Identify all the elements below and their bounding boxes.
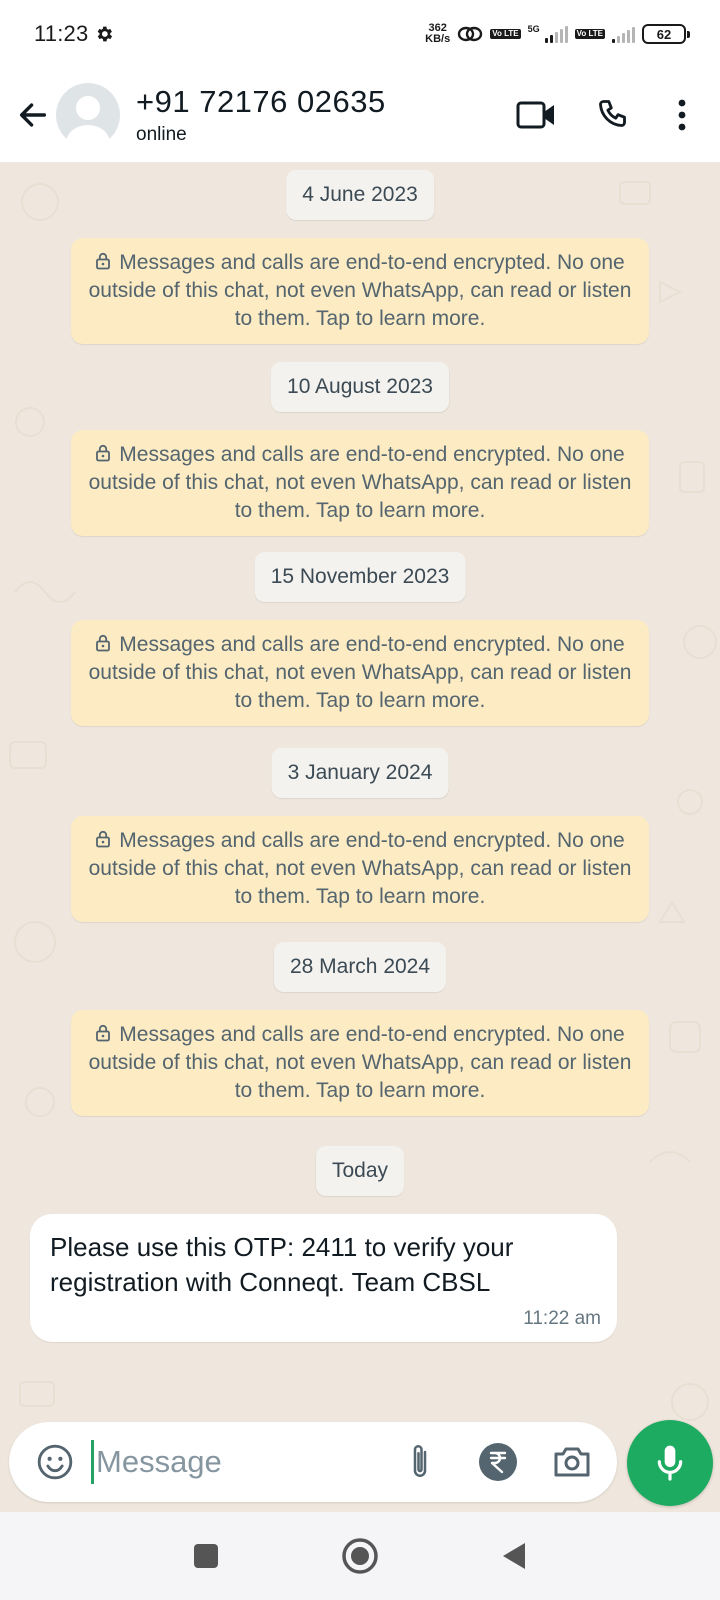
voice-record-button[interactable] bbox=[627, 1420, 713, 1506]
rupee-icon bbox=[479, 1443, 517, 1481]
encryption-notice-body: Messages and calls are end-to-end encryp… bbox=[88, 1023, 632, 1102]
volte-badge-2: Vo LTE bbox=[574, 29, 605, 39]
more-vert-icon bbox=[678, 99, 686, 131]
date-chip: 4 June 2023 bbox=[286, 170, 434, 220]
home-button[interactable] bbox=[330, 1526, 390, 1586]
encryption-notice-text: Messages and calls are end-to-end encryp… bbox=[85, 827, 635, 911]
5g-label: 5G bbox=[527, 24, 540, 34]
lock-icon bbox=[96, 444, 111, 462]
encryption-notice-body: Messages and calls are end-to-end encryp… bbox=[88, 251, 632, 330]
encryption-notice[interactable]: Messages and calls are end-to-end encryp… bbox=[71, 430, 649, 536]
voice-call-button[interactable] bbox=[584, 85, 644, 145]
network-speed-unit: KB/s bbox=[425, 33, 451, 45]
default-avatar-icon bbox=[66, 96, 110, 147]
back-arrow-icon bbox=[19, 103, 47, 127]
header-actions bbox=[506, 85, 702, 145]
lock-icon bbox=[96, 1024, 111, 1042]
signal-strength-1-icon bbox=[544, 25, 568, 43]
lock-icon bbox=[96, 634, 111, 652]
back-button[interactable] bbox=[10, 92, 56, 138]
hotspot-link-icon bbox=[458, 26, 483, 42]
status-time: 11:23 bbox=[34, 21, 89, 46]
signal-strength-2-icon bbox=[612, 25, 635, 43]
more-options-button[interactable] bbox=[662, 85, 702, 145]
date-chip: 15 November 2023 bbox=[254, 552, 466, 602]
camera-icon bbox=[554, 1447, 590, 1477]
payment-button[interactable] bbox=[472, 1436, 524, 1488]
video-call-icon bbox=[516, 101, 554, 129]
chat-header: +91 72176 02635 online bbox=[0, 68, 720, 162]
status-bar: 11:23 362 KB/s Vo LTE 5G Vo LTE 62 bbox=[0, 0, 720, 68]
back-icon bbox=[503, 1543, 525, 1569]
encryption-notice-text: Messages and calls are end-to-end encryp… bbox=[85, 1021, 635, 1105]
video-call-button[interactable] bbox=[506, 85, 566, 145]
message-input[interactable] bbox=[96, 1444, 376, 1480]
date-chip-today: Today bbox=[315, 1146, 405, 1196]
home-icon bbox=[342, 1538, 378, 1574]
nav-back-button[interactable] bbox=[484, 1526, 544, 1586]
message-time: 11:22 am bbox=[523, 1308, 601, 1329]
status-indicators: 362 KB/s Vo LTE 5G Vo LTE 62 bbox=[425, 23, 690, 45]
contact-info[interactable]: +91 72176 02635 online bbox=[136, 84, 386, 146]
encryption-notice[interactable]: Messages and calls are end-to-end encryp… bbox=[71, 620, 649, 726]
settings-gear-icon bbox=[98, 26, 113, 42]
incoming-message[interactable]: Please use this OTP: 2411 to verify your… bbox=[30, 1214, 617, 1342]
message-composer bbox=[9, 1422, 617, 1502]
encryption-notice-body: Messages and calls are end-to-end encryp… bbox=[88, 443, 632, 522]
date-chip: 28 March 2024 bbox=[273, 942, 447, 992]
encryption-notice-text: Messages and calls are end-to-end encryp… bbox=[85, 441, 635, 525]
volte-badge-1: Vo LTE bbox=[490, 29, 521, 39]
encryption-notice[interactable]: Messages and calls are end-to-end encryp… bbox=[71, 238, 649, 344]
encryption-notice-body: Messages and calls are end-to-end encryp… bbox=[88, 633, 632, 712]
system-navigation-bar bbox=[0, 1512, 720, 1600]
date-chip: 10 August 2023 bbox=[271, 362, 449, 412]
message-text: Please use this OTP: 2411 to verify your… bbox=[50, 1232, 514, 1297]
lock-icon bbox=[96, 830, 111, 848]
avatar[interactable] bbox=[56, 83, 120, 147]
encryption-notice-text: Messages and calls are end-to-end encryp… bbox=[85, 249, 635, 333]
emoji-button[interactable] bbox=[29, 1436, 81, 1488]
lock-icon bbox=[96, 252, 111, 270]
recents-icon bbox=[194, 1544, 218, 1568]
encryption-notice-text: Messages and calls are end-to-end encryp… bbox=[85, 631, 635, 715]
encryption-notice[interactable]: Messages and calls are end-to-end encryp… bbox=[71, 1010, 649, 1116]
date-chip: 3 January 2024 bbox=[271, 748, 449, 798]
emoji-icon bbox=[37, 1444, 73, 1480]
contact-status: online bbox=[136, 124, 187, 145]
attach-icon bbox=[413, 1445, 427, 1477]
battery-indicator: 62 bbox=[642, 24, 690, 44]
attach-button[interactable] bbox=[394, 1436, 446, 1488]
encryption-notice[interactable]: Messages and calls are end-to-end encryp… bbox=[71, 816, 649, 922]
text-cursor bbox=[91, 1440, 94, 1484]
encryption-notice-body: Messages and calls are end-to-end encryp… bbox=[88, 829, 632, 908]
chat-area[interactable]: 4 June 2023 Messages and calls are end-t… bbox=[0, 162, 720, 1512]
mic-icon bbox=[657, 1445, 683, 1481]
camera-button[interactable] bbox=[546, 1436, 598, 1488]
network-speed: 362 KB/s bbox=[425, 23, 450, 45]
contact-name: +91 72176 02635 bbox=[136, 84, 386, 119]
recents-button[interactable] bbox=[176, 1526, 236, 1586]
phone-icon bbox=[599, 100, 626, 127]
